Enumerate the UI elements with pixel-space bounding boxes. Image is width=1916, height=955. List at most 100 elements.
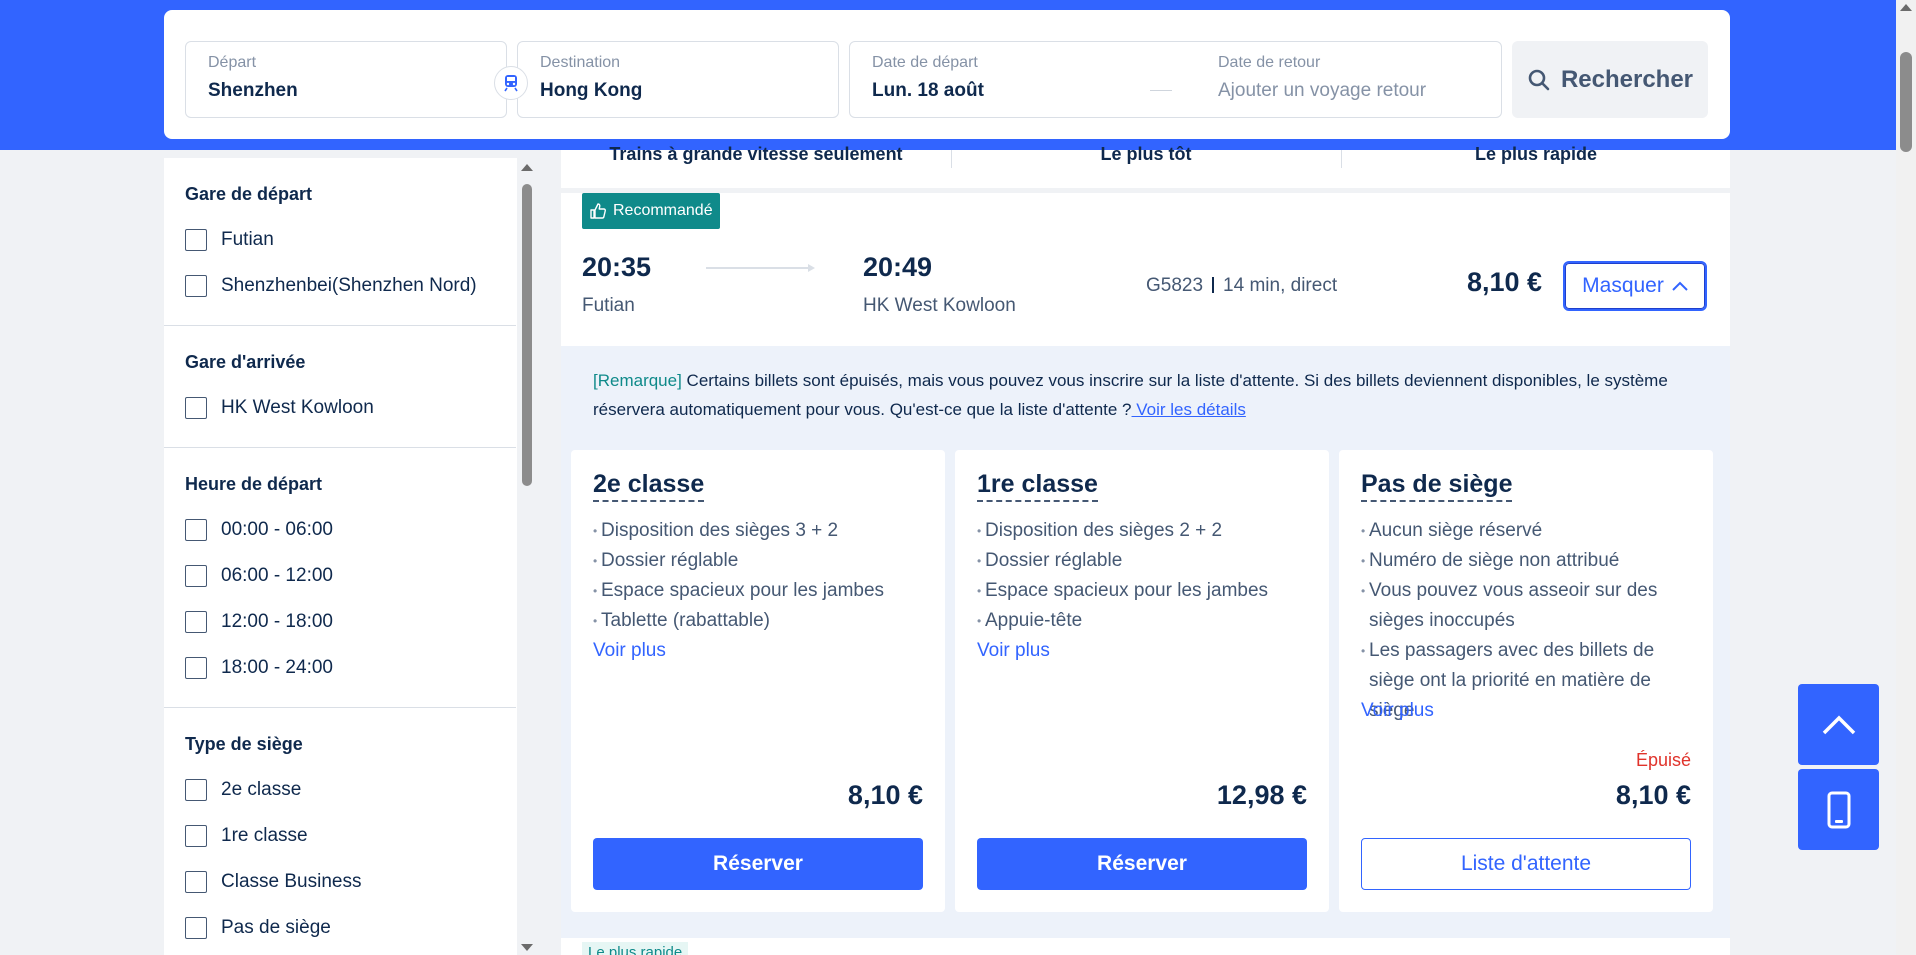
depart-date-value[interactable]: Lun. 18 août <box>872 80 984 102</box>
sort-earliest[interactable]: Le plus tôt <box>951 144 1341 165</box>
waitlist-remark: [Remarque] Certains billets sont épuisés… <box>593 366 1703 424</box>
sort-fastest[interactable]: Le plus rapide <box>1341 144 1731 165</box>
filter-option[interactable]: 1re classe <box>185 813 495 859</box>
checkbox[interactable] <box>185 565 207 587</box>
filter-option[interactable]: Classe Business <box>185 859 495 905</box>
class-options-panel: [Remarque] Certains billets sont épuisés… <box>561 346 1730 938</box>
checkbox[interactable] <box>185 275 207 297</box>
departure-value[interactable]: Shenzhen <box>208 80 298 102</box>
see-more-link[interactable]: Voir plus <box>977 640 1050 662</box>
book-button[interactable]: Réserver <box>977 838 1307 890</box>
feature-item: Dossier réglable <box>593 546 933 576</box>
remark-text: Certains billets sont épuisés, mais vous… <box>593 371 1668 419</box>
feature-list: Disposition des sièges 2 + 2 Dossier rég… <box>977 516 1317 636</box>
scrollbar-thumb[interactable] <box>1900 52 1912 152</box>
checkbox[interactable] <box>185 611 207 633</box>
departure-station: Futian <box>582 295 635 316</box>
lowest-price: 8,10 € <box>1467 267 1543 297</box>
feature-item: Aucun siège réservé <box>1361 516 1701 546</box>
checkbox[interactable] <box>185 779 207 801</box>
option-label: Classe Business <box>221 871 362 892</box>
train-result-card: Recommandé 20:35 Futian 20:49 HK West Ko… <box>561 193 1730 938</box>
class-card-no-seat: Pas de siège Aucun siège réservé Numéro … <box>1339 450 1713 912</box>
return-date-label: Date de retour <box>1218 54 1321 71</box>
hide-button[interactable]: Masquer <box>1563 261 1707 311</box>
feature-item: Disposition des sièges 2 + 2 <box>977 516 1317 546</box>
see-more-link[interactable]: Voir plus <box>593 640 666 662</box>
scroll-down-arrow[interactable] <box>521 944 533 951</box>
filter-option[interactable]: 06:00 - 12:00 <box>185 553 495 599</box>
search-button[interactable]: Rechercher <box>1512 41 1708 118</box>
option-label: HK West Kowloon <box>221 397 374 418</box>
scroll-top-button[interactable] <box>1798 684 1879 765</box>
scroll-up-arrow[interactable] <box>521 164 533 171</box>
duration: 14 min, direct <box>1223 275 1338 296</box>
waitlist-button[interactable]: Liste d'attente <box>1361 838 1691 890</box>
feature-item: Espace spacieux pour les jambes <box>593 576 933 606</box>
departure-field[interactable]: Départ Shenzhen <box>185 41 507 118</box>
scrollbar-thumb[interactable] <box>522 184 532 486</box>
checkbox[interactable] <box>185 397 207 419</box>
scroll-top-icon <box>1822 715 1855 734</box>
class-name[interactable]: Pas de siège <box>1361 470 1513 502</box>
filter-option[interactable]: 12:00 - 18:00 <box>185 599 495 645</box>
search-form: Départ Shenzhen Destination Hong Kong Da… <box>164 10 1730 139</box>
sort-high-speed[interactable]: Trains à grande vitesse seulement <box>561 144 951 165</box>
option-label: 12:00 - 18:00 <box>221 611 333 632</box>
destination-value[interactable]: Hong Kong <box>540 80 642 102</box>
feature-item: Numéro de siège non attribué <box>1361 546 1701 576</box>
train-info: G5823 14 min, direct <box>1146 275 1337 297</box>
feature-item: Espace spacieux pour les jambes <box>977 576 1317 606</box>
filter-option[interactable]: Futian <box>185 217 495 263</box>
destination-field[interactable]: Destination Hong Kong <box>517 41 839 118</box>
mobile-app-button[interactable] <box>1798 769 1879 850</box>
feature-list: Disposition des sièges 3 + 2 Dossier rég… <box>593 516 933 636</box>
filter-title: Heure de départ <box>185 474 323 494</box>
search-icon <box>1528 69 1550 90</box>
checkbox[interactable] <box>185 519 207 541</box>
option-label: 00:00 - 06:00 <box>221 519 333 540</box>
journey-arrow <box>706 264 815 272</box>
sort-bar: Trains à grande vitesse seulement Le plu… <box>561 144 1730 188</box>
filter-title: Gare de départ <box>185 184 313 204</box>
destination-label: Destination <box>540 54 621 71</box>
filter-arrival-station: Gare d'arrivée HK West Kowloon <box>164 326 516 448</box>
dates-field[interactable]: Date de départ Lun. 18 août Date de reto… <box>849 41 1502 118</box>
class-name[interactable]: 1re classe <box>977 470 1098 502</box>
page-scrollbar[interactable] <box>1896 0 1916 955</box>
checkbox[interactable] <box>185 871 207 893</box>
search-button-label: Rechercher <box>1560 65 1694 93</box>
recommended-badge: Recommandé <box>582 193 720 229</box>
remark-tag: [Remarque] <box>593 371 682 390</box>
filter-option[interactable]: Pas de siège <box>185 905 495 951</box>
option-label: 06:00 - 12:00 <box>221 565 333 586</box>
option-label: 18:00 - 24:00 <box>221 657 333 678</box>
return-date-placeholder[interactable]: Ajouter un voyage retour <box>1218 80 1426 102</box>
filter-option[interactable]: 18:00 - 24:00 <box>185 645 495 691</box>
filter-sidebar: Gare de départ Futian Shenzhenbei(Shenzh… <box>164 158 517 955</box>
class-name[interactable]: 2e classe <box>593 470 705 502</box>
option-label: Futian <box>221 229 274 250</box>
option-label: 1re classe <box>221 825 308 846</box>
filter-option[interactable]: 2e classe <box>185 767 495 813</box>
see-more-link[interactable]: Voir plus <box>1361 700 1434 722</box>
filter-option[interactable]: HK West Kowloon <box>185 385 495 431</box>
train-icon[interactable] <box>494 66 528 100</box>
sidebar-scrollbar[interactable] <box>518 160 536 955</box>
checkbox[interactable] <box>185 657 207 679</box>
scroll-up-arrow[interactable] <box>1900 4 1912 11</box>
filter-option[interactable]: Shenzhenbei(Shenzhen Nord) <box>185 263 495 309</box>
train-number[interactable]: G5823 <box>1146 275 1203 296</box>
arrival-time: 20:49 <box>863 252 933 282</box>
departure-label: Départ <box>208 54 257 71</box>
date-divider <box>1150 90 1172 91</box>
checkbox[interactable] <box>185 825 207 847</box>
remark-details-link[interactable]: Voir les détails <box>1132 400 1246 419</box>
filter-option[interactable]: 00:00 - 06:00 <box>185 507 495 553</box>
book-button[interactable]: Réserver <box>593 838 923 890</box>
checkbox[interactable] <box>185 229 207 251</box>
class-card-second: 2e classe Disposition des sièges 3 + 2 D… <box>571 450 945 912</box>
checkbox[interactable] <box>185 917 207 939</box>
next-result-card: Le plus rapide <box>561 938 1730 955</box>
thumbs-up-icon <box>590 203 606 219</box>
